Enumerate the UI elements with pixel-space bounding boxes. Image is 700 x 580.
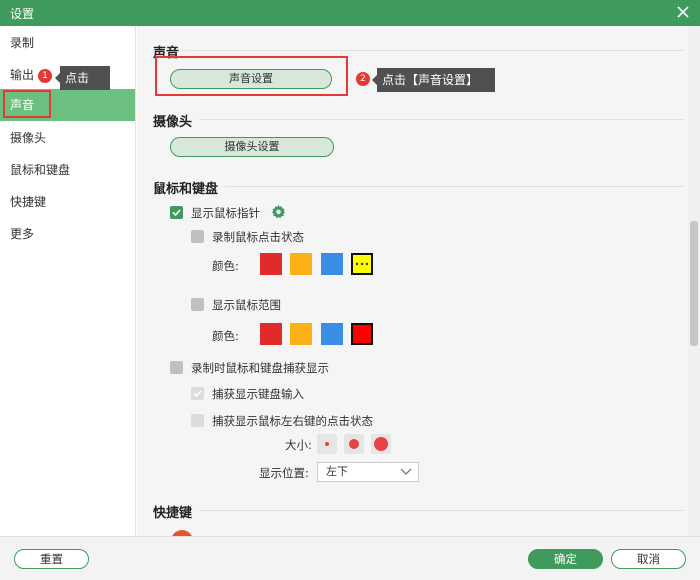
sidebar-item-hotkeys[interactable]: 快捷键 [0,186,135,218]
click-color-label: 颜色: [212,259,239,273]
step-number-badge: 2 [356,72,370,86]
window-title: 设置 [10,7,35,21]
gear-icon[interactable] [271,204,286,222]
callout-step1: 点击 [55,66,110,90]
show-pointer-label: 显示鼠标指针 [191,206,260,220]
sidebar-item-record[interactable]: 录制 [0,27,135,59]
capture-mouse-click-checkbox[interactable] [191,414,204,427]
capture-keyboard-label: 捕获显示键盘输入 [212,387,304,401]
show-pointer-checkbox[interactable] [170,206,183,219]
section-divider [185,50,685,51]
record-click-label: 录制鼠标点击状态 [212,230,304,244]
section-title-hotkeys: 快捷键 [153,506,193,521]
position-select-value: 左下 [326,465,348,478]
capture-display-checkbox[interactable] [170,361,183,374]
position-label: 显示位置: [259,466,309,480]
scrollbar[interactable] [688,26,700,536]
highlight-box-sound-settings [155,56,348,96]
camera-settings-button[interactable]: 摄像头设置 [170,137,334,157]
callout-step2: 点击【声音设置】 [372,68,495,92]
range-color-swatch-selected[interactable] [351,323,373,345]
section-title-mouse-keyboard: 鼠标和键盘 [153,182,219,197]
ok-button[interactable]: 确定 [528,549,603,569]
section-divider [225,186,685,187]
sidebar-item-more[interactable]: 更多 [0,218,135,250]
size-small-button[interactable] [317,434,337,454]
highlight-box-sound-nav [3,90,51,118]
section-divider [199,119,685,120]
sidebar-item-mouse-keyboard[interactable]: 鼠标和键盘 [0,154,135,186]
size-label: 大小: [285,438,312,452]
close-icon[interactable] [674,3,692,21]
cancel-button[interactable]: 取消 [611,549,686,569]
chevron-down-icon [400,468,412,475]
step-number-badge: 1 [38,69,52,83]
size-medium-button[interactable] [344,434,364,454]
range-color-label: 颜色: [212,329,239,343]
reset-button[interactable]: 重置 [14,549,89,569]
section-divider [199,510,685,511]
click-color-swatch-orange[interactable] [290,253,312,275]
sidebar-item-camera[interactable]: 摄像头 [0,122,135,154]
more-dots-icon [355,262,369,266]
size-large-button[interactable] [371,434,391,454]
capture-keyboard-checkbox[interactable] [191,387,204,400]
capture-mouse-click-label: 捕获显示鼠标左右键的点击状态 [212,414,373,428]
record-click-checkbox[interactable] [191,230,204,243]
click-color-swatch-red[interactable] [260,253,282,275]
settings-content: 声音 声音设置 摄像头 摄像头设置 鼠标和键盘 显示鼠标指针 录制鼠标点击状态 … [137,26,688,536]
show-range-label: 显示鼠标范围 [212,298,281,312]
range-color-swatch-red[interactable] [260,323,282,345]
range-color-swatch-orange[interactable] [290,323,312,345]
show-range-checkbox[interactable] [191,298,204,311]
scrollbar-thumb[interactable] [690,221,698,346]
title-bar: 设置 [0,0,700,26]
capture-display-label: 录制时鼠标和键盘捕获显示 [191,361,329,375]
section-title-camera: 摄像头 [153,115,193,130]
position-select[interactable]: 左下 [317,462,419,482]
range-color-swatch-blue[interactable] [321,323,343,345]
click-color-swatch-selected[interactable] [351,253,373,275]
click-color-swatch-blue[interactable] [321,253,343,275]
dialog-footer: 重置 确定 取消 [0,536,700,580]
